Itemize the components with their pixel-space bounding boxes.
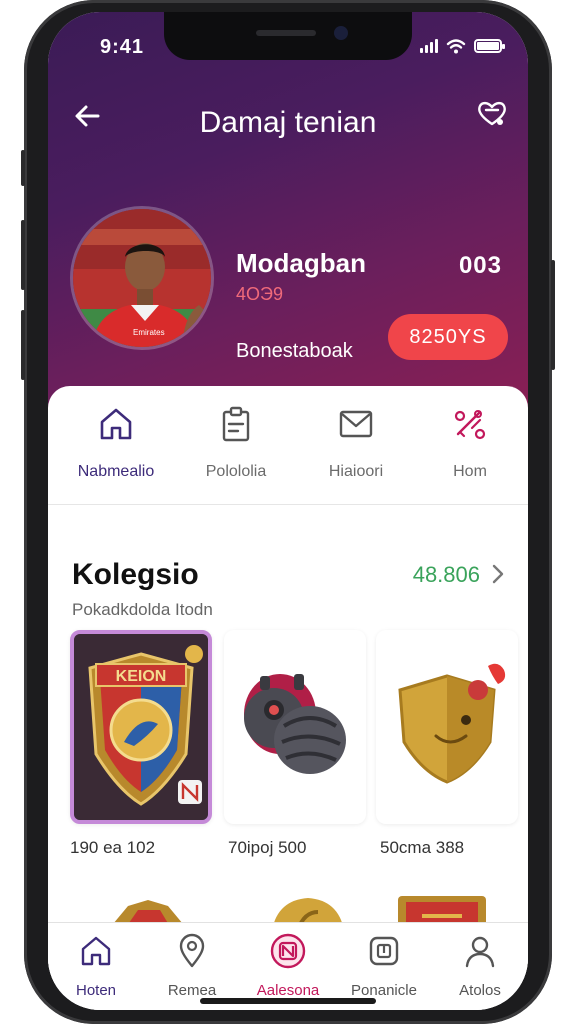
status-icons [420,38,505,54]
volume-down-button [21,310,25,380]
home-icon [100,408,132,440]
quick-nav-item-4[interactable]: Hom [410,404,528,481]
home-icon [81,936,111,966]
battery-icon [474,39,505,53]
tab-label: Aalesona [256,982,320,999]
mute-switch [21,150,25,186]
page-title: Damaj tenian [199,106,377,139]
gold-shield-icon [376,630,518,824]
player-photo: Emirates [73,209,211,347]
badge-icon [270,933,306,969]
tab-label: Ponanicle [351,982,417,999]
status-time: 9:41 [100,36,145,58]
location-pin-icon [179,933,205,968]
profile-name: Modagban [236,248,366,278]
profile-subtitle: 4ОЭ9 [236,284,283,304]
tab-home[interactable]: Hoten [48,933,144,999]
quick-nav-item-1[interactable]: Nabmealio [56,404,176,481]
svg-text:KEION: KEION [116,668,167,685]
divider [48,504,528,505]
quick-nav-label: Nabmealio [77,463,155,480]
tab-panel[interactable]: Ponanicle [336,933,432,999]
tab-label: Atolos [459,982,501,999]
profile-label: Bonestaboak [236,340,353,362]
section-title: Kolegsio [72,558,199,591]
content-card: Nabmealio Polololia Hiaioori Hom Kolegsi… [48,386,528,1010]
volume-up-button [21,220,25,290]
grid-icon [369,936,399,966]
tab-collection[interactable]: Aalesona [240,933,336,999]
user-icon [465,936,495,968]
quick-nav-label: Polololia [205,463,267,480]
item-caption: 50cma 388 [380,838,465,857]
bottom-tab-bar: Hoten Remea Aalesona Ponanicle Atolos [48,922,528,1010]
section-value[interactable]: 48.806 [413,562,480,588]
tab-profile[interactable]: Atolos [432,933,528,999]
mail-icon [339,410,373,438]
quick-nav-item-3[interactable]: Hiaioori [296,404,416,481]
section-subtitle: Pokadkdolda Itodn [72,600,213,619]
collection-item-3[interactable] [376,630,518,824]
quick-nav-label: Hiaioori [328,463,384,480]
svg-text:Emirates: Emirates [133,328,165,337]
app-screen: 9:41 Damaj tenian Emirates Modagban 4ОЭ9… [48,12,528,1010]
item-caption: 70ipoj 500 [228,838,307,857]
avatar[interactable]: Emirates [70,206,214,350]
quick-nav-label: Hom [453,463,487,480]
puzzle-icon [454,410,486,440]
front-camera [334,26,348,40]
power-button [551,260,555,370]
tab-label: Remea [167,982,217,999]
home-indicator [200,998,376,1004]
quick-nav: Nabmealio Polololia Hiaioori Hom [48,386,528,492]
tab-map[interactable]: Remea [144,933,240,999]
tab-label: Hoten [75,982,117,999]
clipboard-icon [222,406,250,442]
earpiece [256,30,316,36]
profile-hero: 9:41 Damaj tenian Emirates Modagban 4ОЭ9… [48,12,528,412]
collection-item-2[interactable] [224,630,366,824]
item-caption: 190 ea 102 [70,838,156,857]
collection-item-1[interactable]: KEION [70,630,212,824]
chevron-right-icon[interactable] [488,562,508,586]
profile-action-button[interactable]: 8250YS [388,314,508,360]
heart-action-icon[interactable] [474,96,510,132]
quick-nav-item-2[interactable]: Polololia [176,404,296,481]
profile-count: 003 [458,252,502,279]
crest-badge-icon: KEION [74,634,208,820]
armor-helmet-icon [224,630,366,824]
wifi-icon [446,39,466,54]
signal-icon [420,39,438,53]
notch [164,12,412,60]
